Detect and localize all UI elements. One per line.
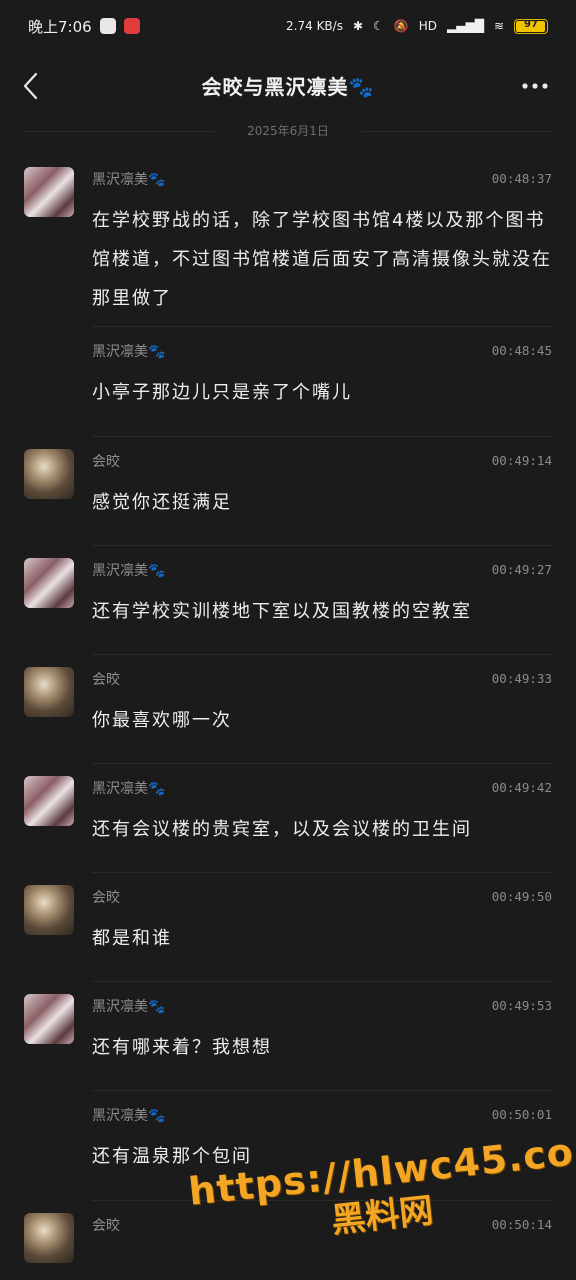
avatar[interactable] (24, 167, 74, 217)
avatar[interactable] (24, 1213, 74, 1263)
chat-message[interactable]: 会晈 00:49:50 都是和谁 (0, 873, 576, 982)
chat-message[interactable]: 黑沢凛美🐾 00:49:53 还有哪来着？我想想 (0, 982, 576, 1091)
status-time: 晚上7:06 (28, 17, 92, 36)
message-text: 都是和谁 (92, 928, 172, 949)
message-text: 感觉你还挺满足 (92, 492, 232, 513)
chat-message[interactable]: 黑沢凛美🐾 00:48:37 在学校野战的话，除了学校图书馆4楼以及那个图书馆楼… (0, 155, 576, 327)
message-time: 00:49:53 (491, 998, 552, 1013)
signal-icon: ▂▄▆█ (447, 19, 484, 33)
sender-name: 黑沢凛美🐾 (92, 999, 166, 1015)
chevron-left-icon (23, 72, 38, 100)
date-separator: 2025年6月1日 (0, 122, 576, 139)
chat-message[interactable]: 黑沢凛美🐾 00:49:42 还有会议楼的贵宾室，以及会议楼的卫生间 (0, 764, 576, 873)
network-type: HD (418, 19, 438, 33)
message-time: 00:49:50 (491, 889, 552, 904)
sender-name: 黑沢凛美🐾 (92, 344, 166, 360)
sender-name: 会晈 (92, 454, 120, 470)
chat-title: 会晈与黑沢凛美🐾 (201, 74, 375, 99)
message-text: 你最喜欢哪一次 (92, 710, 232, 731)
status-bar: 晚上7:06 2.74 KB/s ✱ ☾ 🔕 HD ▂▄▆█ ≋ 97 (0, 0, 576, 52)
avatar[interactable] (24, 449, 74, 499)
chat-message[interactable]: 黑沢凛美🐾 00:49:27 还有学校实训楼地下室以及国教楼的空教室 (0, 546, 576, 655)
battery-level: 97 (524, 18, 538, 30)
avatar[interactable] (24, 776, 74, 826)
back-button[interactable] (14, 66, 46, 106)
sender-name: 会晈 (92, 672, 120, 688)
avatar[interactable] (24, 558, 74, 608)
app-notification-icon (99, 18, 116, 34)
mute-icon: 🔕 (393, 19, 409, 33)
message-time: 00:48:45 (491, 343, 552, 358)
message-time: 00:48:37 (491, 171, 552, 186)
sender-name: 黑沢凛美🐾 (92, 1108, 166, 1124)
wifi-icon: ≋ (493, 19, 504, 33)
message-time: 00:50:01 (491, 1107, 552, 1122)
battery-icon: 97 (514, 18, 548, 34)
sender-name: 黑沢凛美🐾 (92, 172, 166, 188)
chat-message[interactable]: 会晈 00:49:33 你最喜欢哪一次 (0, 655, 576, 764)
avatar[interactable] (24, 994, 74, 1044)
message-time: 00:49:27 (491, 562, 552, 577)
nav-bar: 会晈与黑沢凛美🐾 (0, 58, 576, 112)
chat-message[interactable]: 会晈 00:49:14 感觉你还挺满足 (0, 437, 576, 546)
sender-name: 黑沢凛美🐾 (92, 781, 166, 797)
message-text: 在学校野战的话，除了学校图书馆4楼以及那个图书馆楼道，不过图书馆楼道后面安了高清… (92, 210, 552, 309)
sender-name: 会晈 (92, 1218, 120, 1234)
chat-message[interactable]: 黑沢凛美🐾 00:48:45 小亭子那边儿只是亲了个嘴儿 (0, 327, 576, 437)
moon-icon: ☾ (373, 19, 384, 33)
sender-name: 黑沢凛美🐾 (92, 563, 166, 579)
net-speed: 2.74 KB/s (286, 19, 343, 33)
message-time: 00:49:42 (491, 780, 552, 795)
bluetooth-icon: ✱ (352, 19, 364, 33)
avatar[interactable] (24, 885, 74, 935)
sender-name: 会晈 (92, 890, 120, 906)
more-button[interactable] (518, 66, 552, 106)
message-time: 00:49:33 (491, 671, 552, 686)
message-time: 00:49:14 (491, 453, 552, 468)
more-dots-icon (522, 83, 548, 89)
avatar[interactable] (24, 667, 74, 717)
app-notification-icon (123, 18, 140, 34)
chat-history[interactable]: 黑沢凛美🐾 00:48:37 在学校野战的话，除了学校图书馆4楼以及那个图书馆楼… (0, 155, 576, 1271)
